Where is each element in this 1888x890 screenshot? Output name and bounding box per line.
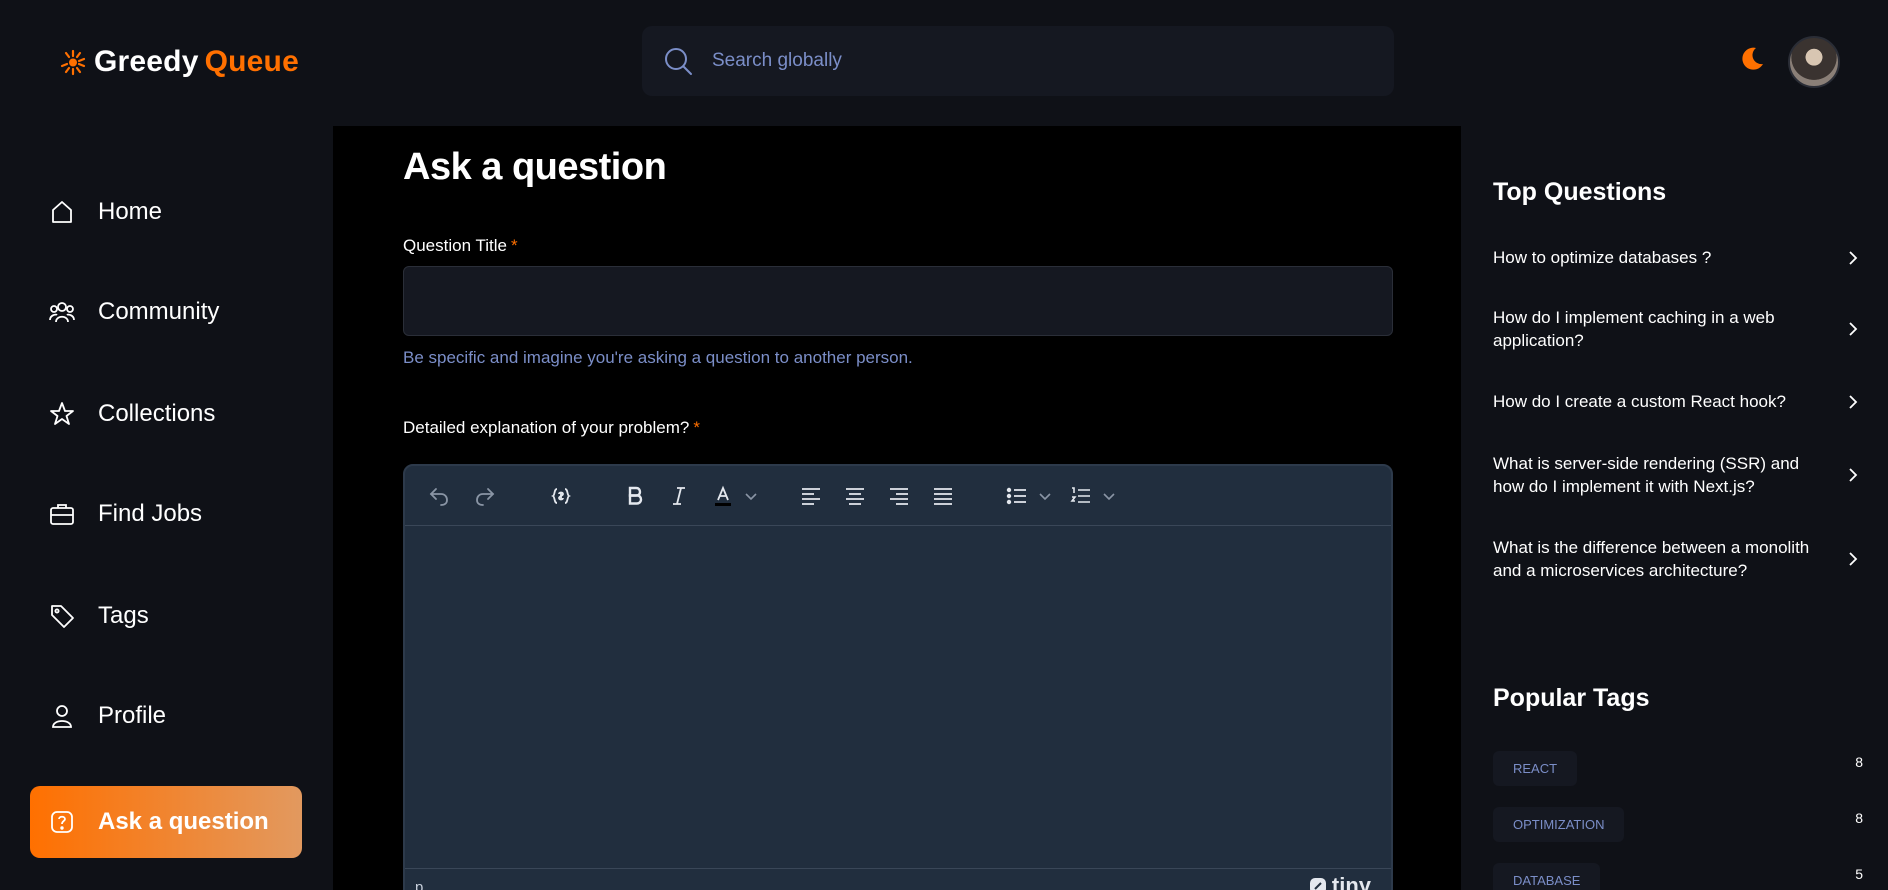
- user-avatar[interactable]: [1788, 36, 1840, 88]
- tiny-brand-text: tiny: [1331, 873, 1371, 890]
- tag-count: 5: [1855, 866, 1863, 882]
- global-search[interactable]: [642, 26, 1394, 96]
- left-sidebar: Home Community Collections Find Jobs Tag…: [0, 126, 333, 890]
- editor-element-path[interactable]: p: [415, 879, 423, 890]
- sidebar-item-label: Collections: [98, 400, 216, 427]
- tag-row: REACT 8: [1493, 750, 1863, 786]
- bold-icon[interactable]: [619, 480, 651, 512]
- top-question-text: How to optimize databases ?: [1493, 248, 1712, 267]
- tiny-brand[interactable]: tiny: [1308, 873, 1371, 890]
- search-icon: [665, 48, 692, 75]
- chevron-right-icon: [1849, 322, 1858, 336]
- code-sample-icon[interactable]: [545, 480, 577, 512]
- chevron-right-icon: [1849, 250, 1858, 265]
- tag-count: 8: [1855, 754, 1863, 770]
- sidebar-item-collections[interactable]: Collections: [30, 378, 302, 450]
- question-title-label-text: Question Title: [403, 236, 507, 255]
- editor-text-area[interactable]: [405, 527, 1391, 867]
- users-icon: [49, 302, 75, 323]
- sidebar-item-community[interactable]: Community: [30, 276, 302, 348]
- logo-text-queue: Queue: [204, 45, 299, 78]
- align-left-icon[interactable]: [795, 480, 827, 512]
- moon-icon[interactable]: [1736, 44, 1766, 74]
- editor-statusbar: p tiny: [405, 868, 1391, 890]
- explanation-label-text: Detailed explanation of your problem?: [403, 418, 690, 437]
- logo-icon: [60, 49, 86, 76]
- top-questions-title: Top Questions: [1493, 178, 1667, 206]
- question-title-input[interactable]: [403, 266, 1393, 336]
- briefcase-icon: [50, 504, 74, 525]
- top-header: Greedy Queue: [0, 0, 1888, 126]
- chevron-right-icon: [1849, 394, 1858, 409]
- top-question-item[interactable]: What is server-side rendering (SSR) and …: [1493, 452, 1863, 498]
- explanation-label: Detailed explanation of your problem? *: [403, 418, 700, 438]
- sidebar-item-find-jobs[interactable]: Find Jobs: [30, 478, 302, 550]
- popular-tags-title: Popular Tags: [1493, 684, 1650, 712]
- editor-toolbar: [405, 466, 1391, 526]
- rich-text-editor[interactable]: p tiny: [403, 464, 1393, 890]
- align-right-icon[interactable]: [883, 480, 915, 512]
- sidebar-item-label: Home: [98, 198, 163, 225]
- justify-icon[interactable]: [927, 480, 959, 512]
- required-mark: *: [510, 236, 518, 255]
- star-icon: [50, 402, 74, 425]
- app-logo[interactable]: Greedy Queue: [58, 44, 299, 80]
- sidebar-item-tags[interactable]: Tags: [30, 580, 302, 652]
- home-icon: [52, 201, 72, 223]
- top-question-item[interactable]: How do I create a custom React hook?: [1493, 390, 1863, 413]
- top-question-text: How do I create a custom React hook?: [1493, 392, 1786, 411]
- question-title-label: Question Title *: [403, 236, 518, 256]
- tag-pill[interactable]: DATABASE: [1493, 862, 1601, 890]
- top-question-text: What is server-side rendering (SSR) and …: [1493, 454, 1800, 496]
- tiny-logo-icon: [1309, 878, 1326, 890]
- tag-row: OPTIMIZATION 8: [1493, 806, 1863, 842]
- chevron-down-icon[interactable]: [1029, 480, 1061, 512]
- top-question-text: How do I implement caching in a web appl…: [1493, 308, 1775, 350]
- sidebar-item-ask-question[interactable]: Ask a question: [30, 786, 302, 858]
- chevron-down-icon[interactable]: [1093, 480, 1125, 512]
- page-title: Ask a question: [403, 146, 667, 188]
- user-icon: [52, 705, 72, 728]
- top-question-item[interactable]: How to optimize databases ?: [1493, 246, 1863, 269]
- tag-pill[interactable]: OPTIMIZATION: [1493, 806, 1625, 842]
- tag-pill[interactable]: REACT: [1493, 750, 1578, 786]
- sidebar-item-label: Ask a question: [98, 808, 269, 835]
- tag-row: DATABASE 5: [1493, 862, 1863, 890]
- italic-icon[interactable]: [663, 480, 695, 512]
- undo-icon[interactable]: [423, 480, 455, 512]
- sidebar-item-label: Profile: [98, 702, 167, 729]
- right-sidebar: Top Questions How to optimize databases …: [1461, 126, 1888, 890]
- sidebar-item-label: Tags: [98, 602, 149, 629]
- chevron-down-icon[interactable]: [735, 480, 767, 512]
- sidebar-item-profile[interactable]: Profile: [30, 680, 302, 752]
- top-question-item[interactable]: What is the difference between a monolit…: [1493, 536, 1863, 582]
- chevron-right-icon: [1849, 552, 1858, 566]
- logo-text-greedy: Greedy: [94, 45, 199, 78]
- chevron-right-icon: [1849, 468, 1858, 482]
- question-icon: [51, 811, 73, 833]
- search-input[interactable]: [712, 41, 1352, 81]
- sidebar-item-label: Community: [98, 298, 220, 325]
- sidebar-item-home[interactable]: Home: [30, 176, 302, 248]
- question-title-hint: Be specific and imagine you're asking a …: [403, 348, 913, 367]
- tag-icon: [51, 605, 74, 628]
- main-content: Ask a question Question Title * Be specif…: [333, 126, 1461, 890]
- sidebar-item-label: Find Jobs: [98, 500, 203, 527]
- required-mark: *: [693, 418, 700, 437]
- top-question-item[interactable]: How do I implement caching in a web appl…: [1493, 306, 1863, 352]
- tag-count: 8: [1855, 810, 1863, 826]
- redo-icon[interactable]: [469, 480, 501, 512]
- align-center-icon[interactable]: [839, 480, 871, 512]
- top-question-text: What is the difference between a monolit…: [1493, 538, 1810, 580]
